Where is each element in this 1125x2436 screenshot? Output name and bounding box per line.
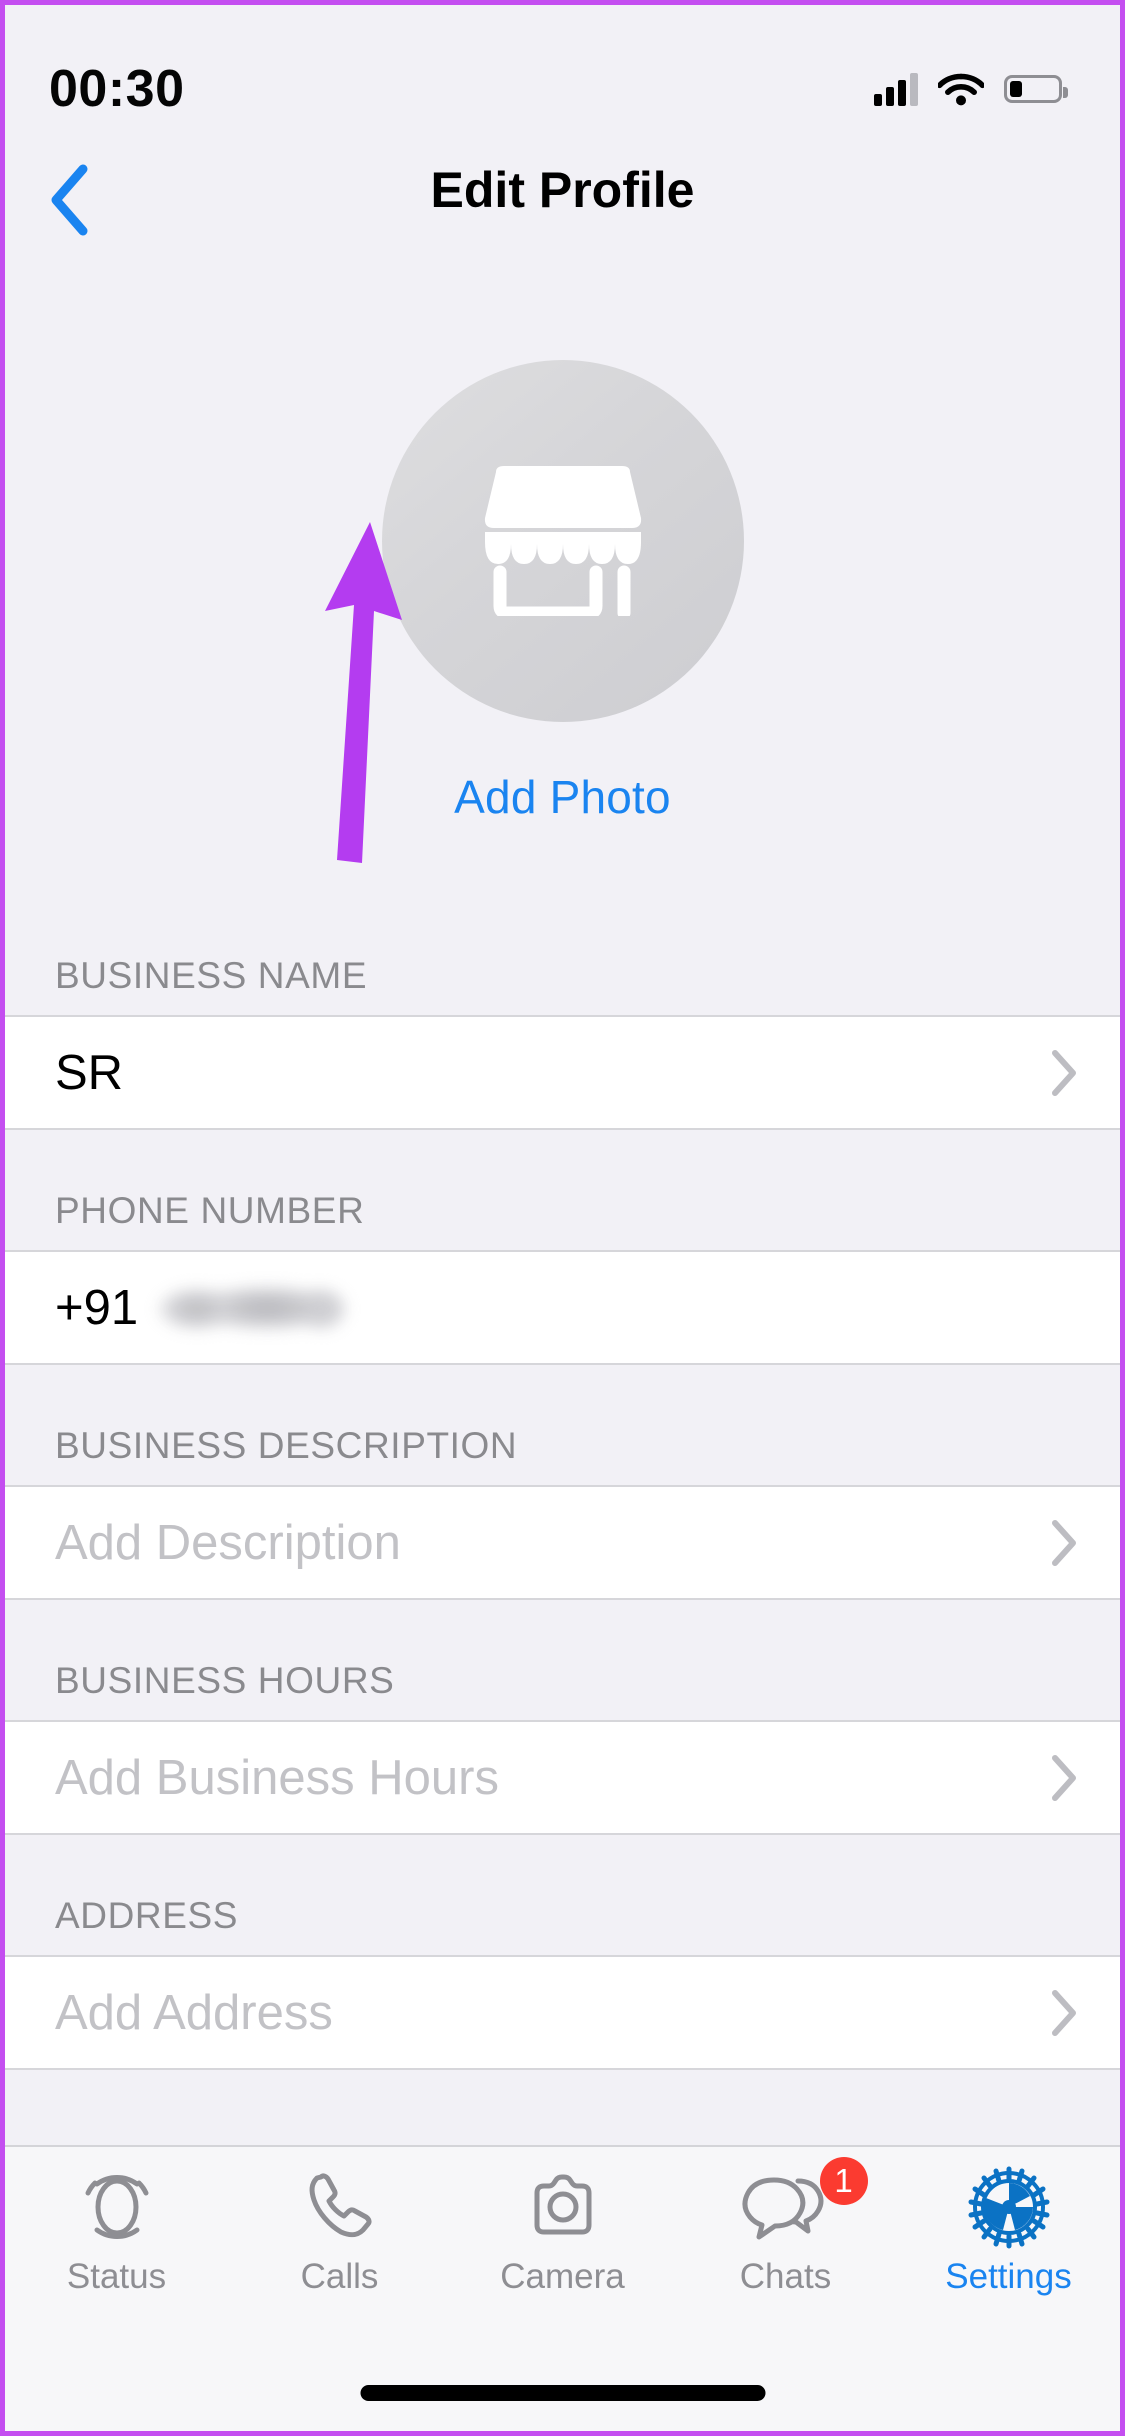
- wifi-icon: [938, 73, 984, 106]
- tab-camera[interactable]: Camera: [451, 2161, 674, 2327]
- page-title: Edit Profile: [430, 162, 695, 218]
- section-header-business-description: BUSINESS DESCRIPTION: [55, 1425, 518, 1466]
- profile-photo-section: Add Photo: [5, 360, 1120, 824]
- business-name-value: SR: [55, 1045, 124, 1100]
- tab-label-settings: Settings: [945, 2257, 1072, 2296]
- section-header-phone-number: PHONE NUMBER: [55, 1190, 365, 1231]
- gear-icon: [967, 2161, 1051, 2253]
- avatar[interactable]: [381, 360, 744, 722]
- status-bar: 00:30: [5, 5, 1120, 155]
- storefront-icon: [484, 466, 641, 616]
- camera-icon: [523, 2161, 603, 2253]
- phone-number-value: +91: [55, 1280, 139, 1335]
- home-indicator[interactable]: [360, 2385, 765, 2401]
- address-value: Add Address: [55, 1985, 333, 2040]
- phone-screen: 00:30 Edit Profile Add Photo BUSINESS NA…: [0, 0, 1125, 2436]
- tab-bar: Status Calls Camera 1 Chats Settings: [5, 2145, 1120, 2431]
- profile-form-list: BUSINESS NAME SR PHONE NUMBER +91 BUSINE…: [5, 910, 1120, 2070]
- business-description-value: Add Description: [55, 1515, 401, 1570]
- status-time: 00:30: [49, 60, 185, 118]
- tab-label-camera: Camera: [500, 2257, 625, 2296]
- row-business-hours[interactable]: Add Business Hours: [5, 1720, 1120, 1835]
- tab-calls[interactable]: Calls: [228, 2161, 451, 2327]
- chevron-right-icon: [1050, 1754, 1078, 1802]
- tab-chats[interactable]: 1 Chats: [674, 2157, 897, 2327]
- chevron-right-icon: [1050, 1049, 1078, 1097]
- section-header-address: ADDRESS: [55, 1895, 239, 1936]
- chevron-right-icon: [1050, 1519, 1078, 1567]
- add-photo-button[interactable]: Add Photo: [454, 770, 671, 824]
- tab-label-chats: Chats: [739, 2257, 832, 2296]
- battery-low-icon: [1004, 75, 1068, 103]
- row-phone-number[interactable]: +91: [5, 1250, 1120, 1365]
- tab-settings[interactable]: Settings: [897, 2161, 1120, 2327]
- status-rings-icon: [77, 2161, 157, 2253]
- tab-status[interactable]: Status: [5, 2161, 228, 2327]
- section-header-business-hours: BUSINESS HOURS: [55, 1660, 395, 1701]
- chevron-right-icon: [1050, 1989, 1078, 2037]
- row-business-name[interactable]: SR: [5, 1015, 1120, 1130]
- cellular-signal-icon: [874, 72, 918, 106]
- redacted-phone-digits: [154, 1282, 350, 1333]
- phone-icon: [300, 2161, 380, 2253]
- section-header-business-name: BUSINESS NAME: [55, 955, 368, 996]
- navigation-bar: Edit Profile: [5, 155, 1120, 265]
- tab-label-status: Status: [66, 2257, 167, 2296]
- row-business-description[interactable]: Add Description: [5, 1485, 1120, 1600]
- row-address[interactable]: Add Address: [5, 1955, 1120, 2070]
- chats-unread-badge: 1: [819, 2157, 868, 2205]
- business-hours-value: Add Business Hours: [55, 1750, 499, 1805]
- tab-label-calls: Calls: [300, 2257, 379, 2296]
- chat-bubbles-icon: 1: [738, 2157, 868, 2253]
- status-indicators: [874, 72, 1068, 106]
